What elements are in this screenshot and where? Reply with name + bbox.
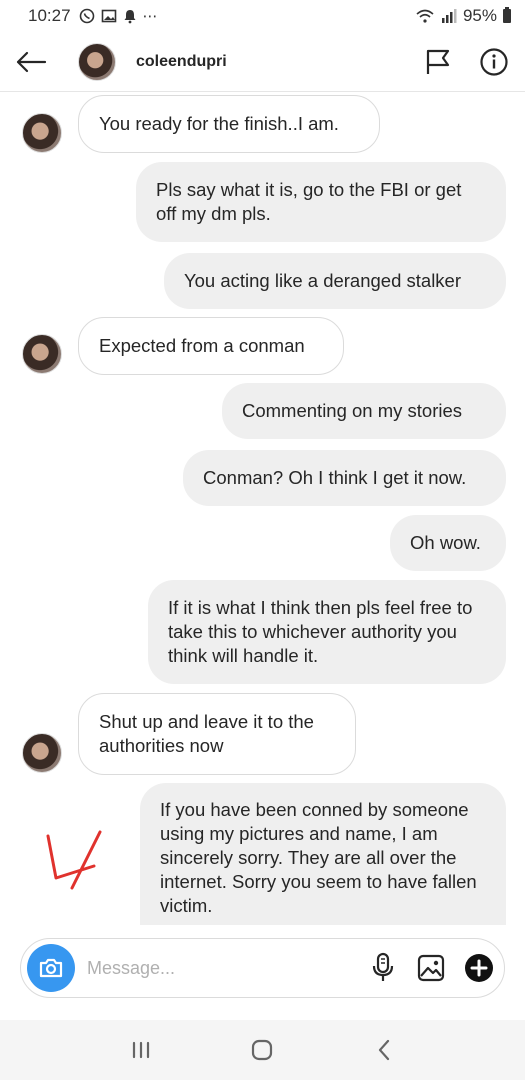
chevron-left-icon — [379, 1039, 390, 1061]
plus-circle-icon — [465, 954, 493, 982]
bell-icon — [124, 10, 136, 24]
info-icon — [480, 47, 508, 76]
sender-avatar — [22, 733, 62, 773]
status-time: 10:27 — [28, 6, 71, 25]
message-bubble[interactable]: Pls say what it is, go to the FBI or get… — [136, 162, 506, 242]
status-bar: 10:27 ⋯ 95% — [0, 0, 525, 32]
message-composer — [20, 938, 505, 998]
microphone-icon — [372, 952, 394, 981]
message-outgoing: Commenting on my stories — [0, 383, 525, 441]
message-bubble[interactable]: Oh wow. — [390, 515, 506, 571]
more-notifications-icon: ⋯ — [142, 8, 158, 25]
message-outgoing: Pls say what it is, go to the FBI or get… — [0, 162, 525, 244]
message-incoming: Shut up and leave it to the authorities … — [0, 693, 525, 777]
gallery-button[interactable] — [416, 953, 446, 983]
camera-button[interactable] — [27, 944, 75, 992]
message-bubble[interactable]: You acting like a deranged stalker — [164, 253, 506, 309]
message-outgoing: Oh wow. — [0, 515, 525, 573]
message-bubble[interactable]: Conman? Oh I think I get it now. — [183, 450, 506, 506]
recent-apps-button[interactable] — [126, 1035, 156, 1065]
message-bubble[interactable]: If it is what I think then pls feel free… — [148, 580, 506, 684]
chat-header: coleendupri — [0, 32, 525, 92]
message-outgoing: Conman? Oh I think I get it now. — [0, 450, 525, 508]
header-avatar[interactable] — [78, 42, 116, 81]
message-bubble[interactable]: Expected from a conman — [78, 317, 344, 375]
more-options-button[interactable] — [464, 953, 494, 983]
message-bubble[interactable]: Shut up and leave it to the authorities … — [78, 693, 356, 775]
sender-avatar — [22, 113, 62, 153]
home-icon — [252, 1039, 273, 1061]
red-scribble-annotation — [46, 830, 102, 890]
battery-icon — [503, 7, 511, 23]
chat-username[interactable]: coleendupri — [136, 53, 227, 71]
home-button[interactable] — [247, 1035, 277, 1065]
recent-apps-icon — [132, 1041, 149, 1059]
back-arrow-icon — [16, 51, 47, 72]
system-back-button[interactable] — [369, 1035, 399, 1065]
message-bubble[interactable]: You ready for the finish..I am. — [78, 95, 380, 153]
message-incoming: Expected from a conman — [0, 317, 525, 379]
message-outgoing: If it is what I think then pls feel free… — [0, 580, 525, 686]
wifi-icon — [416, 9, 434, 23]
message-bubble[interactable]: Commenting on my stories — [222, 383, 506, 439]
message-incoming: You ready for the finish..I am. — [0, 93, 525, 155]
signal-icon — [441, 9, 457, 23]
report-button[interactable] — [423, 47, 453, 77]
camera-icon — [39, 958, 63, 978]
image-icon — [417, 954, 445, 982]
whatsapp-icon — [79, 8, 94, 24]
notification-icons: ⋯ — [79, 7, 158, 25]
back-button[interactable] — [0, 32, 62, 92]
sender-avatar — [22, 334, 62, 374]
flag-icon — [426, 49, 450, 74]
message-input[interactable] — [87, 957, 337, 979]
message-thread[interactable]: You ready for the finish..I am. Pls say … — [0, 93, 525, 925]
system-navigation-bar — [0, 1020, 525, 1080]
gallery-icon — [101, 9, 116, 23]
voice-message-button[interactable] — [368, 952, 398, 983]
message-outgoing: You acting like a deranged stalker — [0, 253, 525, 311]
battery-percent: 95% — [462, 6, 497, 25]
message-bubble[interactable]: If you have been conned by someone using… — [140, 783, 506, 925]
info-button[interactable] — [479, 47, 509, 77]
